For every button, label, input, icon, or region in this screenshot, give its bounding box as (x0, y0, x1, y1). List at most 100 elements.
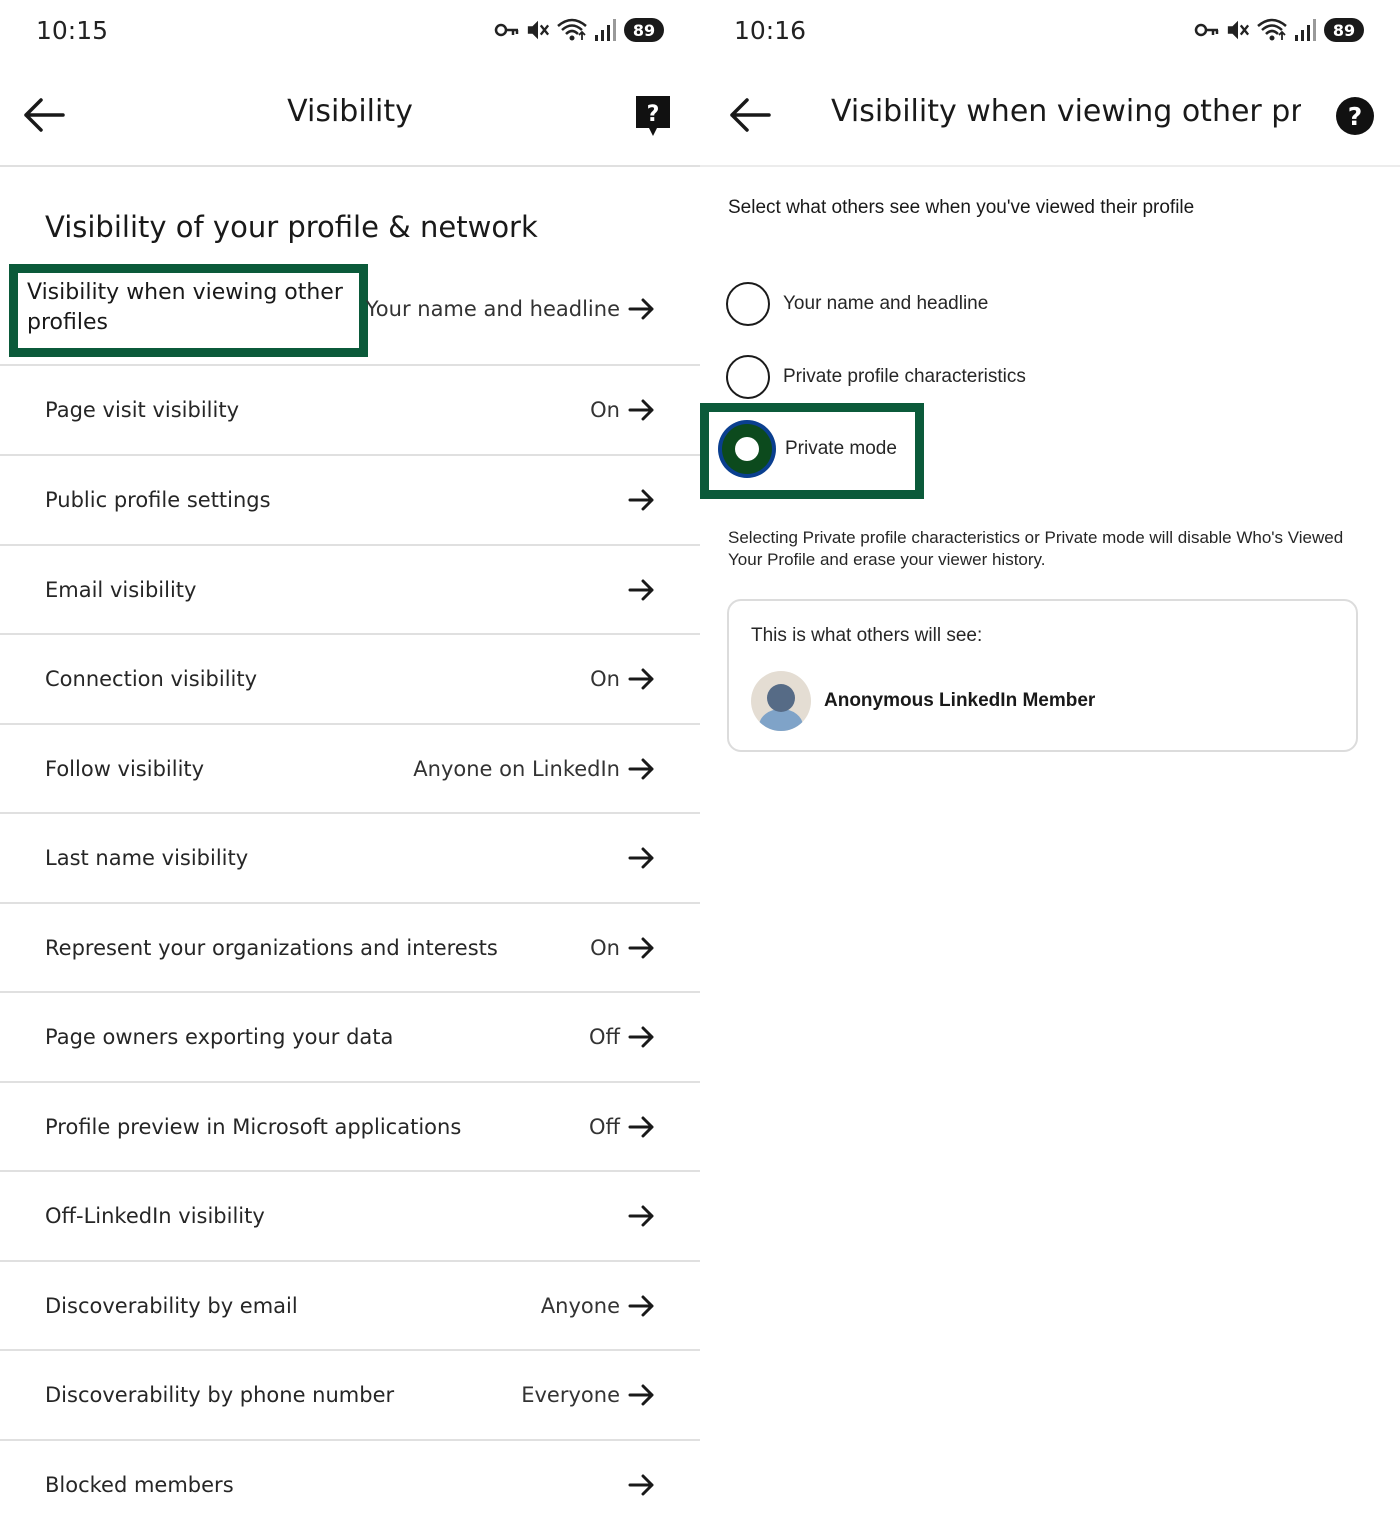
option-label: Your name and headline (783, 293, 989, 314)
mute-icon (526, 18, 550, 42)
row-label: Visibility when viewing other profiles (27, 280, 343, 335)
arrow-right-icon (628, 1294, 656, 1318)
radio-button[interactable] (726, 282, 770, 326)
row-connection-visibility[interactable]: Connection visibility On (0, 635, 700, 725)
page-title: Visibility (287, 94, 413, 129)
row-label: Discoverability by phone number (45, 1383, 395, 1407)
section-title: Visibility of your profile & network (45, 210, 538, 244)
row-blocked-members[interactable]: Blocked members (0, 1441, 700, 1517)
row-label: Blocked members (45, 1473, 234, 1497)
disable-note: Selecting Private profile characteristic… (728, 528, 1344, 569)
row-off-linkedin-visibility[interactable]: Off-LinkedIn visibility (0, 1172, 700, 1262)
mute-icon (1226, 18, 1250, 42)
row-value: Anyone on LinkedIn (413, 756, 620, 781)
row-public-profile-settings[interactable]: Public profile settings (0, 456, 700, 546)
option-label: Private mode (785, 438, 897, 459)
arrow-right-icon (628, 936, 656, 960)
viewing-profiles-screen: 10:16 89 Visibility when viewing other p… (700, 0, 1400, 1517)
option-private-characteristics[interactable]: Private profile characteristics (726, 355, 1026, 399)
arrow-right-icon (628, 757, 656, 781)
app-bar: Visibility ? (0, 64, 700, 166)
row-visibility-viewing-profiles[interactable]: Visibility when viewing other profiles Y… (0, 262, 700, 366)
row-label: Follow visibility (45, 756, 205, 781)
page-subtitle: Select what others see when you've viewe… (728, 197, 1195, 218)
row-value: On (590, 935, 620, 960)
arrow-right-icon (628, 488, 656, 512)
option-name-and-headline[interactable]: Your name and headline (726, 282, 988, 326)
help-circle-icon[interactable]: ? (1335, 94, 1375, 138)
row-value: Anyone (540, 1293, 620, 1318)
row-label: Off-LinkedIn visibility (45, 1204, 265, 1228)
row-label: Page owners exporting your data (45, 1025, 394, 1049)
row-email-visibility[interactable]: Email visibility (0, 546, 700, 635)
key-icon (494, 22, 520, 38)
arrow-right-icon (628, 578, 656, 602)
battery-indicator: 89 (624, 18, 664, 42)
arrow-right-icon (628, 667, 656, 691)
arrow-right-icon (628, 398, 656, 422)
row-page-owners-exporting[interactable]: Page owners exporting your data Off (0, 993, 700, 1083)
status-icons: 89 (1194, 18, 1364, 42)
row-discoverability-phone[interactable]: Discoverability by phone number Everyone (0, 1351, 700, 1441)
option-private-mode[interactable]: Private mode (718, 420, 897, 478)
status-icons: 89 (494, 18, 664, 42)
radio-button[interactable] (726, 355, 770, 399)
row-value: On (590, 667, 620, 691)
page-title: Visibility when viewing other profi... (831, 94, 1301, 129)
row-value: Off (589, 1025, 620, 1049)
row-label: Public profile settings (45, 488, 271, 512)
app-bar-divider (700, 165, 1400, 167)
app-bar: Visibility when viewing other profi... ? (700, 64, 1400, 166)
row-value: Everyone (521, 1383, 620, 1407)
radio-ring (722, 424, 772, 474)
preview-heading: This is what others will see: (751, 625, 983, 646)
arrow-right-icon (628, 1204, 656, 1228)
member-name: Anonymous LinkedIn Member (824, 690, 1096, 711)
arrow-right-icon (628, 1383, 656, 1407)
row-label: Represent your organizations and interes… (45, 935, 498, 960)
avatar-body (759, 709, 803, 731)
preview-card: This is what others will see: Anonymous … (727, 599, 1358, 752)
arrow-right-icon (628, 1025, 656, 1049)
arrow-right-icon (628, 1473, 656, 1497)
svg-text:?: ? (647, 102, 660, 127)
row-value: Your name and headline (365, 297, 620, 321)
status-time: 10:15 (36, 16, 109, 45)
battery-indicator: 89 (1324, 18, 1364, 42)
help-chat-icon[interactable]: ? (633, 94, 673, 138)
status-bar: 10:15 89 (0, 0, 700, 64)
wifi-icon (556, 18, 588, 42)
row-label: Last name visibility (45, 846, 249, 870)
arrow-left-icon (727, 92, 773, 138)
row-last-name-visibility[interactable]: Last name visibility (0, 814, 700, 904)
row-label: Discoverability by email (45, 1293, 298, 1318)
status-bar: 10:16 89 (700, 0, 1400, 64)
row-label: Connection visibility (45, 667, 258, 691)
option-label: Private profile characteristics (783, 366, 1026, 387)
row-follow-visibility[interactable]: Follow visibility Anyone on LinkedIn (0, 725, 700, 814)
key-icon (1194, 22, 1220, 38)
arrow-right-icon (628, 846, 656, 870)
row-discoverability-email[interactable]: Discoverability by email Anyone (0, 1262, 700, 1351)
row-value: On (590, 398, 620, 422)
radio-dot (735, 437, 759, 461)
row-profile-preview-microsoft[interactable]: Profile preview in Microsoft application… (0, 1083, 700, 1172)
row-represent-organizations[interactable]: Represent your organizations and interes… (0, 904, 700, 993)
radio-button-selected[interactable] (718, 420, 776, 478)
wifi-icon (1256, 18, 1288, 42)
row-page-visit-visibility[interactable]: Page visit visibility On (0, 366, 700, 456)
svg-text:?: ? (1348, 102, 1363, 131)
back-button[interactable] (727, 92, 773, 138)
visibility-settings-screen: 10:15 89 Visibility ? Visibility of your… (0, 0, 700, 1517)
avatar (751, 671, 811, 731)
row-label: Page visit visibility (45, 398, 239, 422)
arrow-right-icon (628, 297, 656, 321)
row-label: Email visibility (45, 577, 197, 602)
row-label: Profile preview in Microsoft application… (45, 1114, 462, 1139)
arrow-right-icon (628, 1115, 656, 1139)
row-value: Off (589, 1114, 620, 1139)
avatar-head (767, 684, 795, 712)
signal-icon (594, 18, 618, 42)
app-bar-divider (0, 165, 700, 167)
status-time: 10:16 (734, 16, 807, 45)
